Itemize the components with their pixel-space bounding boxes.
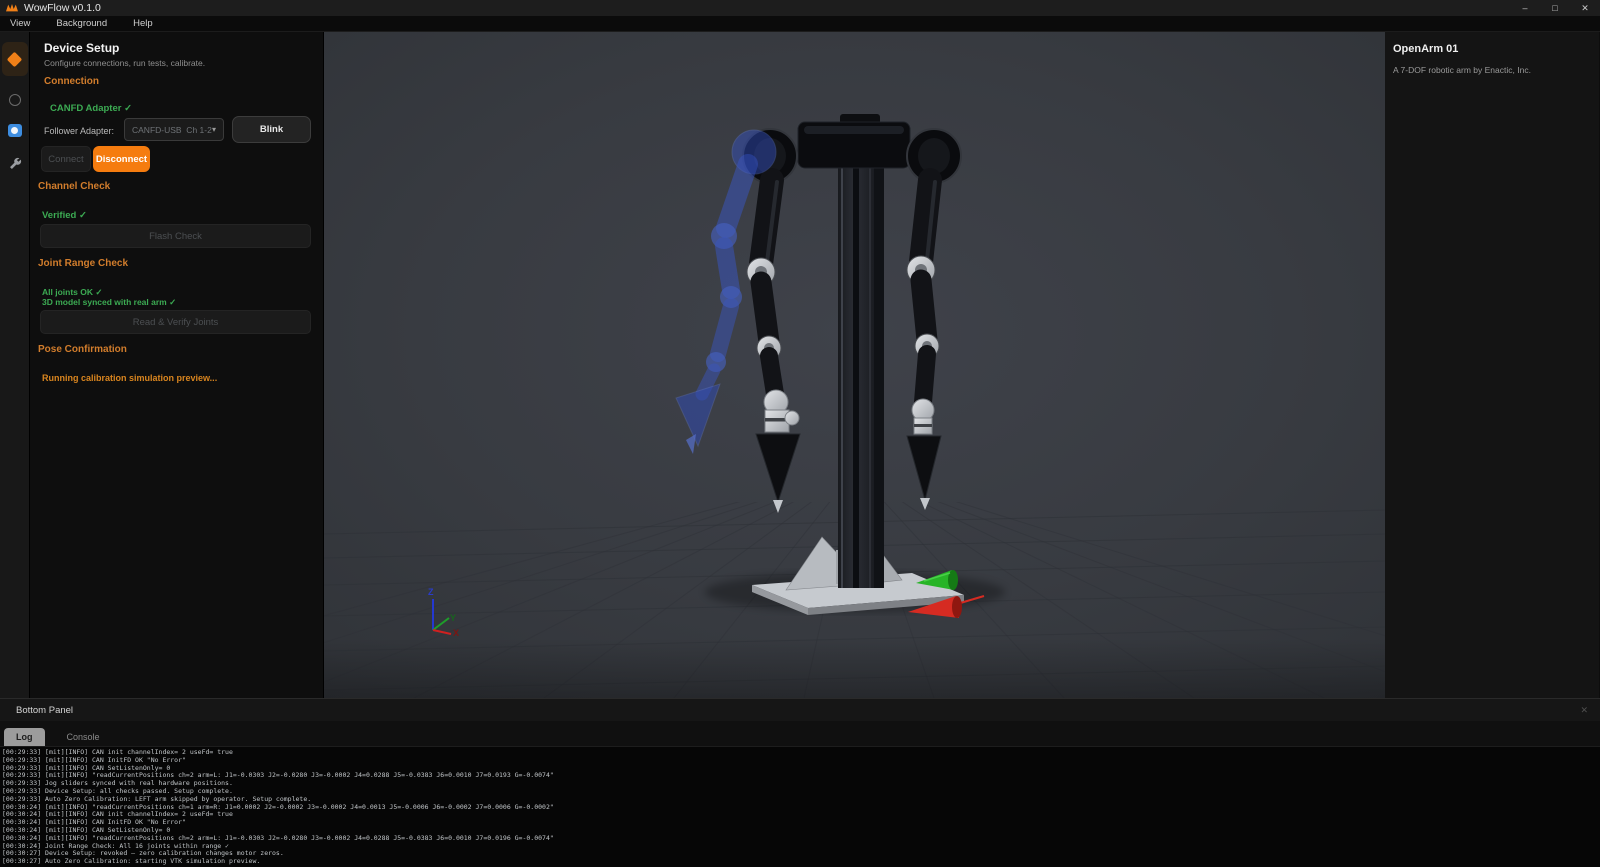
viewport-3d[interactable]: Z Y X xyxy=(324,32,1385,698)
log-line: [00:29:33] [mit][INFO] CAN InitFD OK "No… xyxy=(2,755,186,764)
diamond-icon xyxy=(6,51,23,67)
blink-button[interactable]: Blink xyxy=(232,116,311,143)
joint-range-status-2: 3D model synced with real arm ✓ xyxy=(42,296,177,307)
circle-icon[interactable] xyxy=(8,94,21,106)
log-line: [00:29:33] [mit][INFO] CAN init channelI… xyxy=(2,748,233,756)
page-subtitle: Configure connections, run tests, calibr… xyxy=(44,58,206,68)
maximize-button[interactable]: □ xyxy=(1540,0,1570,16)
log-line: [00:30:24] [mit][INFO] CAN InitFD OK "No… xyxy=(2,818,186,827)
bottom-panel-close-icon[interactable]: ✕ xyxy=(1580,705,1588,716)
log-line: [00:30:27] Auto Zero Calibration: starti… xyxy=(2,857,261,866)
window-controls: – □ ✕ xyxy=(1510,0,1600,16)
menubar: View Background Help xyxy=(0,16,1600,32)
app-window: WowFlow v0.1.0 – □ ✕ View Background Help … xyxy=(0,0,1600,867)
page-title: Device Setup xyxy=(44,41,120,55)
app-logo-icon xyxy=(6,4,18,12)
bottom-panel-title: Bottom Panel xyxy=(16,704,74,716)
log-line: [00:29:33] [mit][INFO] "readCurrentPosit… xyxy=(2,771,554,780)
follower-adapter-value: CANFD-USB Ch 1-2 xyxy=(132,124,212,135)
close-button[interactable]: ✕ xyxy=(1570,0,1600,16)
section-connection: Connection xyxy=(44,76,99,87)
read-verify-joints-button[interactable]: Read & Verify Joints xyxy=(40,310,311,334)
section-joint-range-check: Joint Range Check xyxy=(38,258,129,269)
activity-item-device-setup[interactable] xyxy=(1,42,28,76)
activity-bar xyxy=(0,32,30,698)
menu-item[interactable]: View xyxy=(10,18,30,29)
app-titlebar[interactable]: WowFlow v0.1.0 – □ ✕ xyxy=(0,0,1600,16)
chevron-down-icon: ▾ xyxy=(211,125,216,134)
viewport-bottom-fade xyxy=(324,638,1385,698)
camera-icon[interactable] xyxy=(7,124,22,137)
menu-item[interactable]: Help xyxy=(133,18,153,29)
robot-scene: Z Y X xyxy=(324,32,1385,698)
log-line: [00:30:24] [mit][INFO] CAN init channelI… xyxy=(2,810,233,819)
minimize-button[interactable]: – xyxy=(1510,0,1540,16)
log-output[interactable]: [00:29:33] [mit][INFO] CAN init channelI… xyxy=(0,747,1600,867)
tab-console[interactable]: Console xyxy=(55,728,112,746)
log-line: [00:29:33] Jog sliders synced with real … xyxy=(2,779,233,788)
robot-description: A 7-DOF robotic arm by Enactic, Inc. xyxy=(1393,65,1531,75)
robot-name: OpenArm 01 xyxy=(1393,43,1459,55)
pose-confirmation-status: Running calibration simulation preview..… xyxy=(42,373,218,383)
canfd-adapter-status: CANFD Adapter ✓ xyxy=(50,103,133,114)
menu-item[interactable]: Background xyxy=(56,18,107,29)
section-pose-confirmation: Pose Confirmation xyxy=(38,344,127,355)
flash-check-button[interactable]: Flash Check xyxy=(40,224,311,248)
follower-adapter-label: Follower Adapter: xyxy=(44,126,115,136)
info-panel: OpenArm 01 A 7-DOF robotic arm by Enacti… xyxy=(1385,32,1599,698)
connect-button[interactable]: Connect xyxy=(41,146,91,172)
device-setup-panel: Device Setup Configure connections, run … xyxy=(30,32,324,698)
bottom-panel-header[interactable]: Bottom Panel ✕ xyxy=(0,699,1600,721)
log-line: [00:30:24] [mit][INFO] "readCurrentPosit… xyxy=(2,802,554,811)
wrench-icon[interactable] xyxy=(7,155,22,170)
bottom-panel-tabs: Log Console xyxy=(0,721,1600,747)
follower-adapter-select[interactable]: CANFD-USB Ch 1-2 ▾ xyxy=(124,118,224,141)
log-line: [00:30:24] [mit][INFO] "readCurrentPosit… xyxy=(2,833,554,842)
bottom-panel: Bottom Panel ✕ Log Console [00:29:33] [m… xyxy=(0,698,1600,867)
axis-label-z: Z xyxy=(428,587,434,597)
section-channel-check: Channel Check xyxy=(38,181,111,192)
tab-log[interactable]: Log xyxy=(4,728,45,746)
window-title: WowFlow v0.1.0 xyxy=(24,2,101,14)
axis-label-y: Y xyxy=(450,613,456,623)
axis-label-x: X xyxy=(453,628,459,638)
channel-check-status: Verified ✓ xyxy=(42,210,87,221)
main-content: Device Setup Configure connections, run … xyxy=(0,32,1600,698)
disconnect-button[interactable]: Disconnect xyxy=(93,146,150,172)
